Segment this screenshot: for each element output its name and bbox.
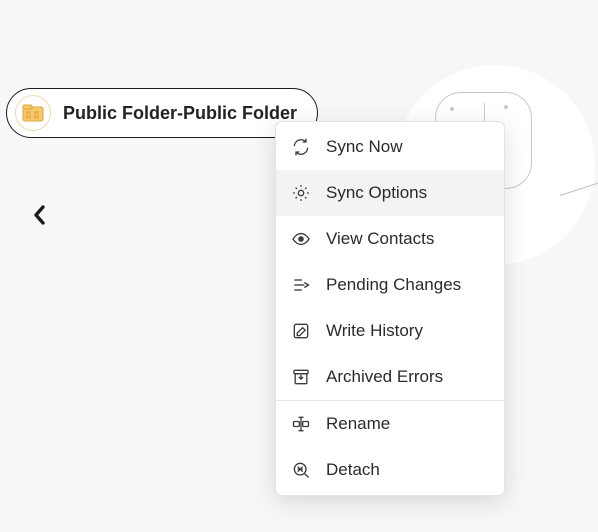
gear-icon: [290, 182, 312, 204]
archive-icon: [290, 366, 312, 388]
menu-item-label: Write History: [326, 321, 423, 341]
folder-chip[interactable]: Public Folder-Public Folder: [6, 88, 318, 138]
menu-item-detach[interactable]: Detach: [276, 447, 504, 493]
menu-item-label: Pending Changes: [326, 275, 461, 295]
menu-item-label: Rename: [326, 414, 390, 434]
menu-item-label: Sync Options: [326, 183, 427, 203]
office-folder-icon: [15, 95, 51, 131]
menu-item-write-history[interactable]: Write History: [276, 308, 504, 354]
menu-item-pending-changes[interactable]: Pending Changes: [276, 262, 504, 308]
menu-item-label: View Contacts: [326, 229, 434, 249]
menu-item-sync-now[interactable]: Sync Now: [276, 124, 504, 170]
pending-icon: [290, 274, 312, 296]
menu-item-label: Detach: [326, 460, 380, 480]
edit-icon: [290, 320, 312, 342]
rename-icon: [290, 413, 312, 435]
folder-chip-label: Public Folder-Public Folder: [63, 103, 297, 124]
sync-now-icon: [290, 136, 312, 158]
context-menu: Sync Now Sync Options View Contacts: [275, 121, 505, 496]
menu-item-sync-options[interactable]: Sync Options: [276, 170, 504, 216]
menu-item-label: Sync Now: [326, 137, 403, 157]
menu-item-view-contacts[interactable]: View Contacts: [276, 216, 504, 262]
detach-icon: [290, 459, 312, 481]
menu-item-rename[interactable]: Rename: [276, 401, 504, 447]
eye-icon: [290, 228, 312, 250]
back-button[interactable]: [26, 201, 54, 229]
menu-item-label: Archived Errors: [326, 367, 443, 387]
menu-item-archived-errors[interactable]: Archived Errors: [276, 354, 504, 400]
